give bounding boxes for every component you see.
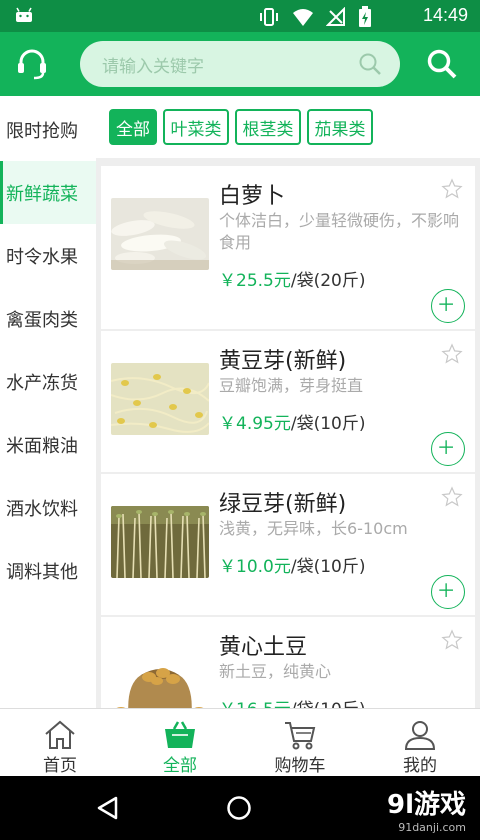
- search-placeholder: 请输入关键字: [102, 57, 204, 77]
- search-button-icon[interactable]: [426, 48, 458, 80]
- add-to-cart-button[interactable]: [431, 575, 465, 609]
- sidebar-item-flash-sale[interactable]: 限时抢购: [0, 98, 96, 161]
- sidebar-item-label: 新鲜蔬菜: [6, 183, 78, 205]
- product-description: 个体洁白，少量轻微硬伤，不影响食用: [219, 211, 460, 252]
- search-input[interactable]: 请输入关键字: [80, 41, 400, 87]
- chip-label: 叶菜类: [170, 119, 222, 140]
- tab-home[interactable]: 首页: [0, 709, 120, 777]
- tab-cart[interactable]: 购物车: [240, 709, 360, 777]
- category-sidebar: 限时抢购 新鲜蔬菜 时令水果 禽蛋肉类 水产冻货 米面粮油 酒水饮料 调料其他: [0, 96, 96, 708]
- no-signal-icon: [326, 7, 345, 26]
- product-image-mung-bean-sprouts: [111, 506, 209, 578]
- price-value: ￥4.95元: [219, 414, 291, 434]
- sidebar-item-label: 米面粮油: [6, 435, 78, 457]
- battery-icon: [359, 6, 371, 27]
- product-card[interactable]: 黄豆芽(新鲜) 豆瓣饱满，芽身挺直 ￥4.95元/袋(10斤): [101, 331, 475, 472]
- plus-icon: [439, 583, 453, 597]
- chip-label: 茄果类: [314, 119, 366, 140]
- product-card[interactable]: 黄心土豆 新土豆，纯黄心 ￥16.5元/袋(10斤): [101, 617, 475, 708]
- home-circle-icon[interactable]: [226, 795, 252, 821]
- product-price: ￥4.95元/袋(10斤): [219, 409, 365, 434]
- vibrate-icon: [260, 8, 278, 26]
- wifi-icon: [293, 9, 313, 26]
- price-value: ￥16.5元: [219, 700, 291, 708]
- filter-chip-root[interactable]: 根茎类: [235, 109, 301, 145]
- sidebar-item-label: 限时抢购: [6, 120, 78, 142]
- header: 请输入关键字: [0, 32, 480, 96]
- filter-chip-all[interactable]: 全部: [109, 109, 157, 145]
- product-image-white-radish: [111, 198, 209, 270]
- system-nav-bar: 9l游戏 91danji.com: [0, 776, 480, 840]
- product-description: 浅黄，无异味，长6-10cm: [219, 519, 408, 538]
- tab-all[interactable]: 全部: [120, 709, 240, 777]
- cart-icon: [285, 722, 316, 750]
- add-to-cart-button[interactable]: [431, 432, 465, 466]
- profile-icon: [404, 721, 436, 750]
- sidebar-item-poultry-eggs-meat[interactable]: 禽蛋肉类: [0, 287, 96, 350]
- add-to-cart-button[interactable]: [431, 289, 465, 323]
- bottom-tab-bar: 首页 全部 购物车 我的: [0, 708, 480, 776]
- sidebar-item-seasoning-other[interactable]: 调料其他: [0, 539, 96, 602]
- favorite-star-icon[interactable]: [441, 343, 463, 365]
- favorite-star-icon[interactable]: [441, 486, 463, 508]
- basket-icon: [165, 721, 195, 748]
- price-unit: /袋(10斤): [290, 557, 366, 577]
- tab-profile[interactable]: 我的: [360, 709, 480, 777]
- sidebar-item-frozen-seafood[interactable]: 水产冻货: [0, 350, 96, 413]
- customer-service-icon[interactable]: [14, 46, 50, 82]
- product-price: ￥10.0元/袋(10斤): [219, 552, 365, 577]
- tab-label: 首页: [43, 756, 77, 776]
- sidebar-item-fresh-vegetables[interactable]: 新鲜蔬菜: [0, 161, 96, 224]
- plus-icon: [439, 440, 453, 454]
- product-name: 黄心土豆: [219, 635, 308, 660]
- sidebar-item-seasonal-fruit[interactable]: 时令水果: [0, 224, 96, 287]
- system-icons: [258, 6, 372, 28]
- back-icon[interactable]: [94, 795, 120, 821]
- favorite-star-icon[interactable]: [441, 629, 463, 651]
- status-bar: 14:49: [0, 0, 480, 32]
- sidebar-item-label: 酒水饮料: [6, 498, 78, 520]
- chip-label: 根茎类: [242, 119, 294, 140]
- product-name: 黄豆芽(新鲜): [219, 349, 347, 374]
- product-image-soybean-sprouts: [111, 363, 209, 435]
- product-image-yellow-potatoes: [111, 649, 209, 708]
- product-description: 新土豆，纯黄心: [219, 662, 332, 681]
- home-icon: [45, 720, 75, 749]
- sidebar-item-label: 调料其他: [6, 561, 78, 583]
- watermark-url: 91danji.com: [398, 821, 466, 834]
- sidebar-item-drinks[interactable]: 酒水饮料: [0, 476, 96, 539]
- price-unit: /袋(20斤): [290, 271, 366, 291]
- filter-chips: 全部 叶菜类 根茎类 茄果类: [96, 96, 480, 158]
- price-value: ￥25.5元: [219, 271, 291, 291]
- watermark: 9l游戏 91danji.com: [387, 784, 466, 834]
- product-price: ￥16.5元/袋(10斤): [219, 695, 365, 708]
- price-unit: /袋(10斤): [291, 700, 366, 708]
- sidebar-item-label: 水产冻货: [6, 372, 78, 394]
- product-card[interactable]: 绿豆芽(新鲜) 浅黄，无异味，长6-10cm ￥10.0元/袋(10斤): [101, 474, 475, 615]
- android-icon: [16, 7, 32, 22]
- sidebar-item-label: 时令水果: [6, 246, 78, 268]
- price-value: ￥10.0元: [219, 557, 291, 577]
- plus-icon: [439, 297, 453, 311]
- filter-chip-solanaceous[interactable]: 茄果类: [307, 109, 373, 145]
- favorite-star-icon[interactable]: [441, 178, 463, 200]
- product-price: ￥25.5元/袋(20斤): [219, 266, 365, 291]
- product-name: 白萝卜: [219, 184, 286, 209]
- product-description: 豆瓣饱满，芽身挺直: [219, 376, 364, 395]
- tab-label: 全部: [163, 756, 197, 776]
- product-name: 绿豆芽(新鲜): [219, 492, 347, 517]
- product-list: 白萝卜 个体洁白，少量轻微硬伤，不影响食用 ￥25.5元/袋(20斤) 黄豆芽(…: [101, 166, 475, 708]
- search-icon: [359, 53, 381, 75]
- sidebar-item-rice-flour-oil[interactable]: 米面粮油: [0, 413, 96, 476]
- tab-label: 我的: [403, 756, 437, 776]
- tab-label: 购物车: [274, 756, 326, 776]
- status-time: 14:49: [422, 5, 468, 25]
- filter-chip-leafy[interactable]: 叶菜类: [163, 109, 229, 145]
- chip-label: 全部: [116, 119, 150, 140]
- product-card[interactable]: 白萝卜 个体洁白，少量轻微硬伤，不影响食用 ￥25.5元/袋(20斤): [101, 166, 475, 329]
- sidebar-item-label: 禽蛋肉类: [6, 309, 78, 331]
- price-unit: /袋(10斤): [290, 414, 366, 434]
- watermark-title: 9l游戏: [386, 790, 466, 820]
